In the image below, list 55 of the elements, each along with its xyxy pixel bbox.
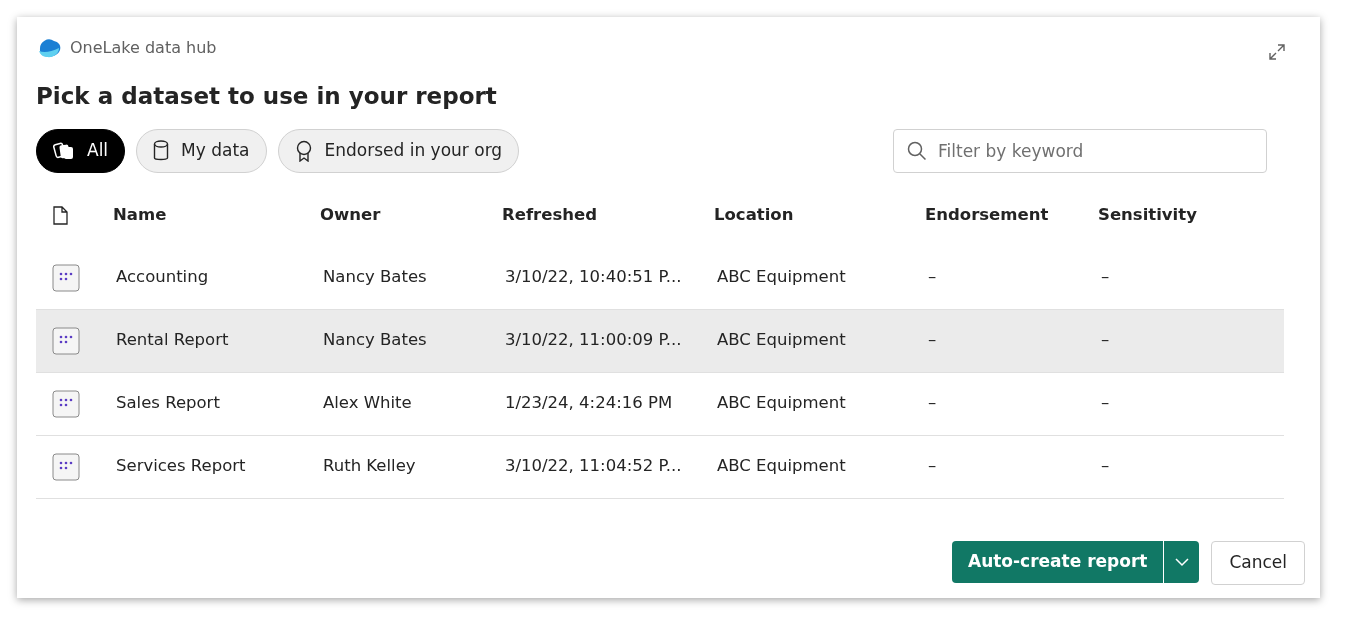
- table-cell-text: Nancy Bates: [322, 266, 428, 289]
- table-cell-text: ABC Equipment: [716, 392, 847, 415]
- table-cell-text: Alex White: [322, 392, 413, 415]
- filter-tab[interactable]: All: [36, 128, 126, 173]
- cylinder-icon: [153, 139, 170, 162]
- table-cell-text: 3/10/22, 10:40:51 P...: [504, 266, 683, 289]
- table-cell-text: Sales Report: [115, 392, 221, 415]
- onelake-logo-icon: [36, 36, 62, 60]
- column-header[interactable]: Sensitivity: [1098, 203, 1284, 228]
- expand-icon[interactable]: [1268, 43, 1286, 61]
- table-cell-text: –: [927, 455, 938, 478]
- auto-create-report-button[interactable]: Auto-create report: [951, 540, 1164, 583]
- table-cell-text: –: [927, 329, 938, 352]
- table-row[interactable]: Accounting Nancy Bates 3/10/22, 10:40:51 P... ABC Equipment – –: [36, 246, 1284, 310]
- table-cell-text: Services Report: [115, 455, 247, 478]
- chevron-down-icon: [1173, 556, 1190, 567]
- filter-tab[interactable]: Endorsed in your org: [277, 128, 520, 173]
- table-cell-text: –: [927, 266, 938, 289]
- table-cell-text: Ruth Kelley: [322, 455, 417, 478]
- dataset-icon: [52, 326, 80, 355]
- table-cell-text: –: [1100, 266, 1111, 289]
- table-cell-text: ABC Equipment: [716, 329, 847, 352]
- ribbon-award-icon: [294, 139, 313, 162]
- stacked-cards-icon: [53, 140, 75, 161]
- table-cell-text: Nancy Bates: [322, 329, 428, 352]
- column-header[interactable]: Name: [113, 203, 320, 228]
- table-row[interactable]: Rental Report Nancy Bates 3/10/22, 11:00:09 P... ABC Equipment – –: [36, 309, 1284, 373]
- table-cell-text: ABC Equipment: [716, 266, 847, 289]
- dataset-icon: [52, 389, 80, 418]
- table-cell-text: –: [1100, 392, 1111, 415]
- table-cell-text: ABC Equipment: [716, 455, 847, 478]
- file-icon: [52, 205, 68, 226]
- column-header[interactable]: Endorsement: [925, 203, 1098, 228]
- column-header[interactable]: Owner: [320, 203, 502, 228]
- table-cell-text: –: [927, 392, 938, 415]
- dataset-icon: [52, 263, 80, 292]
- table-row[interactable]: Sales Report Alex White 1/23/24, 4:24:16 PM ABC Equipment – –: [36, 372, 1284, 436]
- column-header[interactable]: Location: [714, 203, 925, 228]
- table-cell-text: 3/10/22, 11:04:52 P...: [504, 455, 683, 478]
- search-field[interactable]: Filter by keyword: [893, 128, 1267, 173]
- dataset-icon: [52, 452, 80, 481]
- table-cell-text: Rental Report: [115, 329, 230, 352]
- table-row[interactable]: Services Report Ruth Kelley 3/10/22, 11:04:52 P... ABC Equipment – –: [36, 435, 1284, 499]
- search-icon: [907, 140, 927, 161]
- table-cell-text: 1/23/24, 4:24:16 PM: [504, 392, 674, 415]
- filter-tab[interactable]: My data: [136, 128, 267, 173]
- table-cell-text: Accounting: [115, 266, 210, 289]
- cancel-button[interactable]: Cancel: [1211, 540, 1305, 585]
- table-cell-text: –: [1100, 455, 1111, 478]
- dropdown-button[interactable]: [1163, 540, 1200, 583]
- dialog-heading: Pick a dataset to use in your report: [36, 83, 498, 111]
- window-title: OneLake data hub: [70, 37, 217, 59]
- column-header[interactable]: Refreshed: [502, 203, 714, 228]
- table-cell-text: –: [1100, 329, 1111, 352]
- table-cell-text: 3/10/22, 11:00:09 P...: [504, 329, 683, 352]
